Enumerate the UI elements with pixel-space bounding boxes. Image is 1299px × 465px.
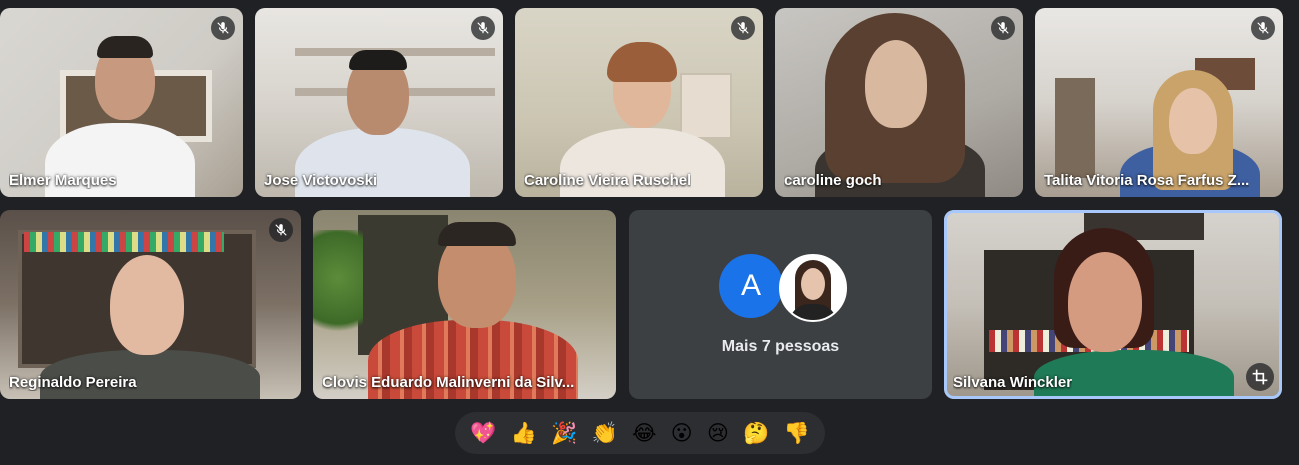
mic-off-icon	[991, 16, 1015, 40]
person-head	[865, 40, 927, 128]
mic-off-icon	[269, 218, 293, 242]
mic-off-icon	[1251, 16, 1275, 40]
participant-name: Talita Vitoria Rosa Farfus Z...	[1044, 172, 1250, 189]
mic-off-icon	[471, 16, 495, 40]
thumbs-up-icon[interactable]: 👍	[511, 422, 537, 444]
thinking-face-icon[interactable]: 🤔	[743, 422, 769, 444]
participant-tile[interactable]: Reginaldo Pereira	[0, 210, 301, 399]
participant-tile[interactable]: caroline goch	[775, 8, 1023, 197]
more-participants-label: Mais 7 pessoas	[721, 338, 840, 355]
video-feed	[0, 210, 301, 399]
video-feed	[775, 8, 1023, 197]
participant-name: Clovis Eduardo Malinverni da Silv...	[322, 374, 575, 391]
participant-name: Elmer Marques	[9, 172, 117, 189]
wall-picture	[680, 73, 732, 139]
video-feed	[1035, 8, 1283, 197]
doorway	[1055, 78, 1095, 178]
participant-name: Caroline Vieira Ruschel	[524, 172, 692, 189]
person-hair	[607, 42, 677, 82]
participant-name: Jose Victovoski	[264, 172, 378, 189]
video-feed	[515, 8, 763, 197]
participant-name: Reginaldo Pereira	[9, 374, 137, 391]
participant-tile[interactable]: Elmer Marques	[0, 8, 243, 197]
person-hair	[438, 222, 516, 246]
participant-tile[interactable]: Jose Victovoski	[255, 8, 503, 197]
person-head	[1068, 252, 1142, 352]
more-participants-tile[interactable]: A Mais 7 pessoas	[629, 210, 932, 399]
participant-tile[interactable]: Talita Vitoria Rosa Farfus Z...	[1035, 8, 1283, 197]
video-feed	[255, 8, 503, 197]
surprised-face-icon[interactable]: 😮	[671, 422, 693, 444]
books	[24, 232, 224, 252]
participant-avatar	[779, 254, 847, 322]
video-feed	[0, 8, 243, 197]
party-popper-icon[interactable]: 🎉	[551, 422, 577, 444]
crop-icon[interactable]	[1246, 363, 1274, 391]
participant-tile[interactable]: Caroline Vieira Ruschel	[515, 8, 763, 197]
participant-avatar: A	[719, 254, 783, 318]
participant-tile[interactable]: Clovis Eduardo Malinverni da Silv...	[313, 210, 616, 399]
mic-off-icon	[731, 16, 755, 40]
thumbs-down-icon[interactable]: 👎	[784, 422, 810, 444]
tears-of-joy-icon[interactable]: 😂	[632, 422, 657, 444]
mic-off-icon	[211, 16, 235, 40]
participant-name: Silvana Winckler	[953, 374, 1073, 391]
crying-face-icon[interactable]: 😢	[707, 422, 729, 444]
video-feed	[944, 210, 1282, 399]
plant	[313, 230, 363, 350]
participant-name: caroline goch	[784, 172, 882, 189]
person-hair	[97, 36, 153, 58]
person-hair	[349, 50, 407, 70]
participant-tile[interactable]: Silvana Winckler	[944, 210, 1282, 399]
video-feed	[313, 210, 616, 399]
person-head	[1169, 88, 1217, 154]
person-head	[110, 255, 184, 355]
clapping-hands-icon[interactable]: 👏	[592, 422, 618, 444]
sparkling-heart-icon[interactable]: 💖	[470, 422, 496, 444]
reaction-bar: 💖 👍 🎉 👏 😂 😮 😢 🤔 👎	[455, 412, 825, 454]
